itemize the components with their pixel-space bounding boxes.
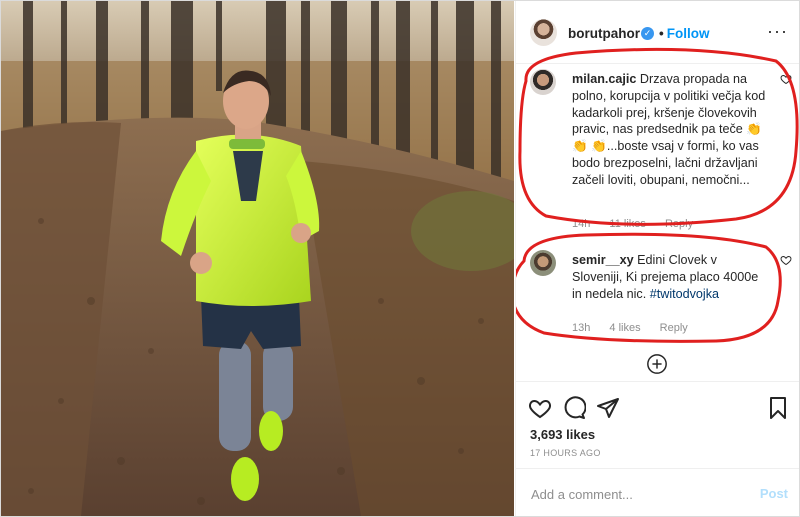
verified-badge-icon: ✓ xyxy=(641,27,654,40)
comment-body: semir__xy Edini Clovek v Sloveniji, Ki p… xyxy=(572,252,768,302)
load-more-comments-icon[interactable] xyxy=(646,353,668,375)
like-comment-heart-icon[interactable] xyxy=(780,254,792,266)
comment-item: semir__xy Edini Clovek v Sloveniji, Ki p… xyxy=(530,250,792,340)
author-avatar[interactable] xyxy=(530,19,557,46)
commenter-avatar[interactable] xyxy=(530,250,556,276)
comment-likes[interactable]: 4 likes xyxy=(609,322,640,334)
comment-age: 14h xyxy=(572,218,591,230)
comment-text: Drzava propada na polno, korupcija v pol… xyxy=(572,72,766,187)
comment-likes[interactable]: 11 likes xyxy=(609,218,645,230)
follow-label: Follow xyxy=(666,26,710,41)
comment-item: milan.cajic Drzava propada na polno, kor… xyxy=(530,69,792,239)
separator-dot: • xyxy=(659,26,664,41)
comments-panel: borutpahor ✓ • Follow ··· milan.cajic Drz… xyxy=(515,1,799,516)
save-bookmark-icon[interactable] xyxy=(766,396,790,420)
reply-button[interactable]: Reply xyxy=(665,218,693,230)
author-username[interactable]: borutpahor xyxy=(568,26,640,41)
post-modal: borutpahor ✓ • Follow ··· milan.cajic Drz… xyxy=(0,0,800,517)
share-plane-icon[interactable] xyxy=(596,396,620,420)
comment-bubble-icon[interactable] xyxy=(562,396,586,420)
comment-username[interactable]: semir__xy xyxy=(572,253,634,267)
comment-age: 13h xyxy=(572,322,591,334)
post-photo[interactable] xyxy=(1,1,514,516)
comment-meta: 14h 11 likes Reply xyxy=(572,218,709,230)
action-bar xyxy=(516,381,799,432)
like-heart-icon[interactable] xyxy=(528,396,552,420)
comment-input[interactable] xyxy=(529,483,743,505)
follow-button[interactable]: • Follow xyxy=(659,26,709,41)
more-options-icon[interactable]: ··· xyxy=(767,21,788,42)
comment-body: milan.cajic Drzava propada na polno, kor… xyxy=(572,71,768,189)
post-header: borutpahor ✓ • Follow ··· xyxy=(516,1,799,64)
commenter-avatar[interactable] xyxy=(530,69,556,95)
add-comment-bar: Post xyxy=(516,468,799,516)
post-comment-button[interactable]: Post xyxy=(760,486,788,501)
post-timestamp: 17 HOURS AGO xyxy=(530,448,601,458)
comment-meta: 13h 4 likes Reply xyxy=(572,322,704,334)
comment-username[interactable]: milan.cajic xyxy=(572,72,636,86)
hashtag-link[interactable]: #twitodvojka xyxy=(650,287,719,301)
reply-button[interactable]: Reply xyxy=(660,322,688,334)
forest-runner-image xyxy=(1,1,514,516)
likes-count[interactable]: 3,693 likes xyxy=(530,427,595,442)
like-comment-heart-icon[interactable] xyxy=(780,73,792,85)
